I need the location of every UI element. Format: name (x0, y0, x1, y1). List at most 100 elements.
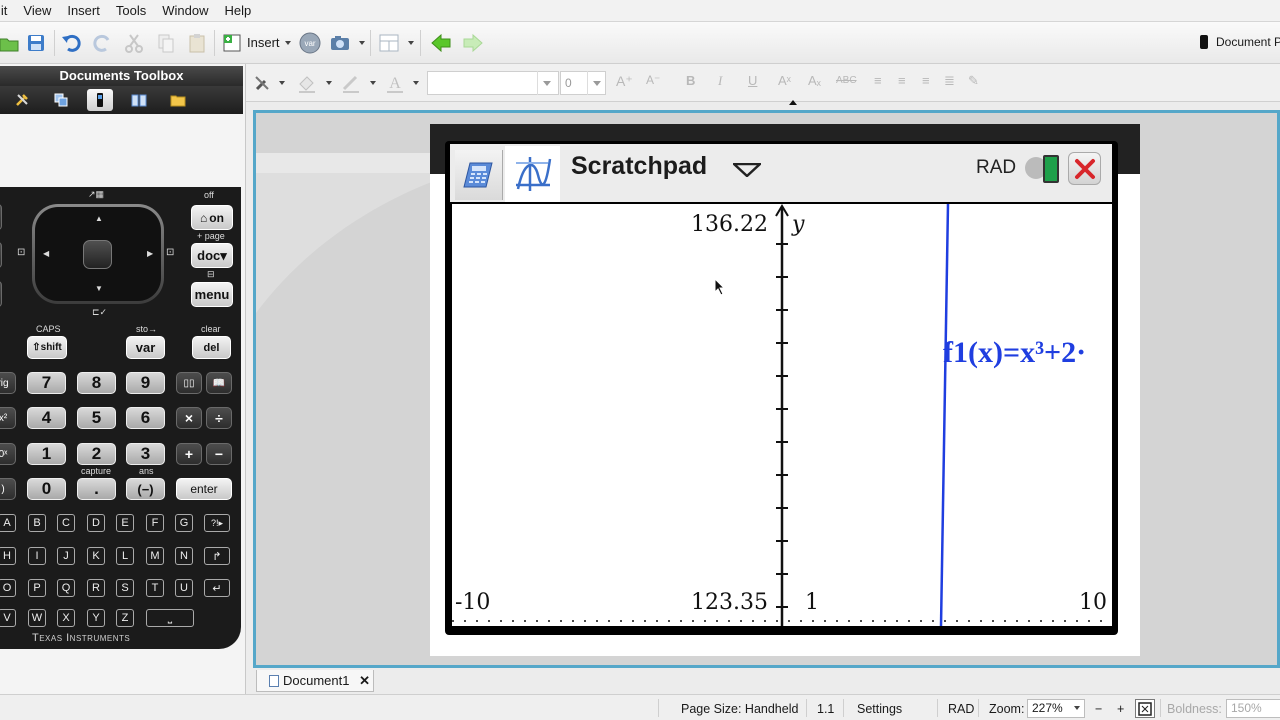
key-w[interactable]: W (28, 609, 46, 627)
underline-icon[interactable]: U (748, 73, 757, 88)
zoom-out-button[interactable]: − (1095, 702, 1102, 716)
graph-area[interactable]: 136.22 y -10 123.35 1 10 (452, 204, 1112, 626)
save-icon[interactable] (23, 30, 49, 56)
doc-key[interactable]: doc ▾ (191, 243, 233, 268)
superscript-icon[interactable]: Aˣ (778, 73, 791, 88)
italic-icon[interactable]: I (718, 73, 722, 89)
key-3[interactable]: 3 (126, 443, 165, 465)
menu-view[interactable]: View (15, 0, 59, 22)
increase-font-icon[interactable]: A⁺ (616, 73, 633, 90)
menu-help[interactable]: Help (216, 0, 259, 22)
tab-document-tools[interactable] (9, 89, 35, 111)
decimal-key[interactable]: . (77, 478, 116, 500)
zoom-in-button[interactable]: + (1117, 702, 1124, 716)
redo-icon[interactable] (90, 30, 116, 56)
menu-insert[interactable]: Insert (59, 0, 108, 22)
divide-key[interactable]: ÷ (206, 407, 232, 429)
key-d[interactable]: D (87, 514, 105, 532)
key-f[interactable]: F (146, 514, 164, 532)
key-z[interactable]: Z (116, 609, 134, 627)
key-t[interactable]: T (146, 579, 164, 597)
multiply-key[interactable]: × (176, 407, 202, 429)
text-color-dropdown-icon[interactable] (413, 81, 419, 85)
subscript-icon[interactable]: Aₓ (808, 73, 821, 88)
zoom-dropdown-icon[interactable] (1074, 706, 1080, 710)
tab-scratchpad-calculator[interactable] (455, 150, 503, 200)
tab-ti-smartview[interactable] (87, 89, 113, 111)
punctuation-key[interactable]: ?!▸ (204, 514, 230, 532)
negative-key[interactable]: (−) (126, 478, 165, 500)
tab-utilities[interactable] (126, 89, 152, 111)
template-key[interactable]: ▯▯ (176, 372, 202, 394)
function-label[interactable]: f1(x)=x³+2· (943, 336, 1086, 370)
return-key[interactable]: ↵ (204, 579, 230, 597)
tab-content-explorer[interactable] (165, 89, 191, 111)
justify-icon[interactable]: ≣ (944, 73, 955, 89)
flag-key[interactable]: ↱ (204, 547, 230, 565)
key-m[interactable]: M (146, 547, 164, 565)
strikethrough-icon[interactable]: ABC (836, 75, 857, 86)
key-5[interactable]: 5 (77, 407, 116, 429)
cut-icon[interactable] (121, 30, 147, 56)
page-size-indicator[interactable]: Page Size: Handheld (681, 702, 798, 716)
close-document-icon[interactable]: ✕ (359, 673, 370, 689)
scratchpad-dropdown-icon[interactable] (733, 163, 761, 177)
catalog-key[interactable]: 📖 (206, 372, 232, 394)
var-key[interactable]: var (126, 336, 165, 359)
open-folder-icon[interactable] (0, 30, 22, 56)
key-0[interactable]: 0 (27, 478, 66, 500)
key-b[interactable]: B (28, 514, 46, 532)
line-color-dropdown-icon[interactable] (370, 81, 376, 85)
font-family-dropdown-icon[interactable] (537, 71, 555, 95)
trig-key[interactable]: rig (0, 372, 16, 394)
line-color-icon[interactable] (338, 70, 364, 96)
key-4[interactable]: 4 (27, 407, 66, 429)
key-v[interactable]: V (0, 609, 16, 627)
page-layout-dropdown-icon[interactable] (408, 41, 414, 45)
minus-key[interactable]: − (206, 443, 232, 465)
key-9[interactable]: 9 (126, 372, 165, 394)
on-key[interactable]: ⌂ on (191, 205, 233, 230)
settings-button[interactable]: Settings (857, 702, 902, 716)
fill-color-icon[interactable] (294, 70, 320, 96)
key-c[interactable]: C (57, 514, 75, 532)
font-size-dropdown-icon[interactable] (587, 71, 605, 95)
tools-menu-icon[interactable] (250, 70, 276, 96)
key-k[interactable]: K (87, 547, 105, 565)
plus-key[interactable]: + (176, 443, 202, 465)
boldness-select[interactable]: 150% (1226, 699, 1280, 718)
key-x[interactable]: X (57, 609, 75, 627)
tab-key[interactable] (0, 242, 2, 268)
key-s[interactable]: S (116, 579, 134, 597)
camera-dropdown-icon[interactable] (359, 41, 365, 45)
next-page-icon[interactable] (460, 30, 486, 56)
key-6[interactable]: 6 (126, 407, 165, 429)
enter-key[interactable]: enter (176, 478, 232, 500)
key-1[interactable]: 1 (27, 443, 66, 465)
key-8[interactable]: 8 (77, 372, 116, 394)
menu-key[interactable]: menu (191, 282, 233, 307)
touchpad-click-button[interactable] (83, 240, 112, 269)
align-left-icon[interactable]: ≡ (874, 73, 882, 88)
document-properties-button[interactable]: Document P (1200, 35, 1280, 49)
insert-page-icon[interactable] (219, 30, 245, 56)
key-a[interactable]: A (0, 514, 16, 532)
key-j[interactable]: J (57, 547, 75, 565)
space-key[interactable]: ⎵ (146, 609, 194, 627)
undo-icon[interactable] (58, 30, 84, 56)
previous-page-icon[interactable] (428, 30, 454, 56)
collapse-toolbar-icon[interactable] (789, 100, 797, 105)
menu-window[interactable]: Window (154, 0, 216, 22)
key-y[interactable]: Y (87, 609, 105, 627)
ctrl-key[interactable] (0, 281, 2, 307)
bold-icon[interactable]: B (686, 73, 695, 88)
paren-key[interactable]: ) (0, 478, 16, 500)
tools-menu-dropdown-icon[interactable] (279, 81, 285, 85)
text-color-icon[interactable]: A (382, 70, 408, 96)
align-center-icon[interactable]: ≡ (898, 73, 906, 88)
key-u[interactable]: U (175, 579, 193, 597)
align-right-icon[interactable]: ≡ (922, 73, 930, 88)
touchpad[interactable]: ▲ ▼ ◀ ▶ (32, 204, 164, 304)
key-q[interactable]: Q (57, 579, 75, 597)
shift-key[interactable]: ⇧ shift (27, 336, 67, 359)
